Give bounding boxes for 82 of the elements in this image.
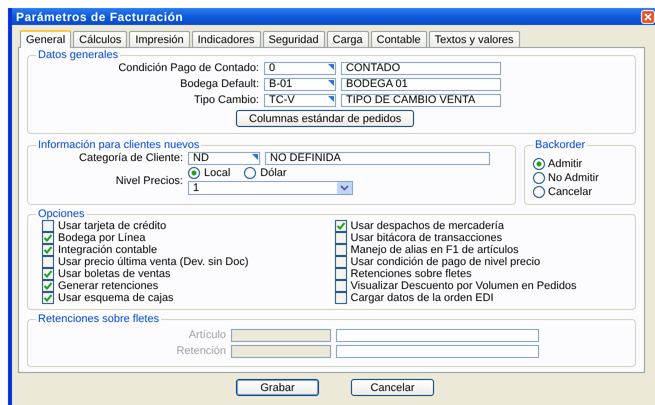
checkbox[interactable] (42, 220, 54, 232)
radio-label: Admitir (548, 158, 582, 170)
checkbox[interactable] (42, 280, 54, 292)
radio-label: Cancelar (548, 186, 592, 198)
close-button[interactable] (641, 10, 655, 24)
checkbox[interactable] (42, 256, 54, 268)
radio-button[interactable] (533, 158, 545, 170)
checkbox[interactable] (42, 292, 54, 304)
radio-label: Local (204, 167, 230, 179)
description-field[interactable] (336, 328, 539, 342)
field-label: Categoría de Cliente: (78, 152, 183, 164)
code-field[interactable]: B-01 (264, 78, 336, 90)
lookup-corner-icon (328, 64, 334, 70)
checkbox-label: Usar boletas de ventas (58, 268, 171, 280)
checkbox-label: Generar retenciones (58, 280, 158, 292)
dialog-button[interactable]: Grabar (236, 379, 319, 396)
checkbox-label: Integración contable (58, 244, 158, 256)
checkbox[interactable] (42, 232, 54, 244)
description-field[interactable] (336, 344, 539, 358)
description-field[interactable]: CONTADO (341, 62, 501, 74)
code-field[interactable]: ND (188, 152, 260, 164)
tab[interactable]: Textos y valores (428, 31, 520, 47)
field-label: Condición Pago de Contado: (117, 62, 259, 74)
code-field[interactable] (231, 344, 331, 358)
group-title: Retenciones sobre fletes (37, 314, 160, 325)
price-level-dropdown[interactable]: 1 (188, 181, 353, 195)
dialog-button[interactable]: Cancelar (351, 379, 434, 396)
lookup-corner-icon (328, 80, 334, 86)
tab[interactable]: General (20, 30, 72, 48)
tab[interactable]: Carga (326, 31, 369, 47)
checkbox-label: Retenciones sobre fletes (350, 268, 472, 280)
field-label: Retención (175, 345, 226, 357)
dropdown-arrow-icon (337, 182, 352, 194)
tab[interactable]: Impresión (129, 31, 190, 47)
standard-columns-button[interactable]: Columnas estándar de pedidos (236, 110, 414, 127)
tab[interactable]: Cálculos (73, 31, 128, 47)
group-title: Información para clientes nuevos (37, 140, 200, 151)
checkbox-label: Usar condición de pago de nivel precio (350, 256, 540, 268)
description-field[interactable]: NO DEFINIDA (265, 152, 490, 164)
checkbox[interactable] (334, 280, 346, 292)
checkbox-label: Usar tarjeta de crédito (58, 220, 166, 232)
checkbox[interactable] (42, 268, 54, 280)
radio-label: Dólar (260, 167, 287, 179)
code-field[interactable]: TC-V (264, 94, 336, 106)
radio-button[interactable] (533, 186, 545, 198)
code-field[interactable] (231, 328, 331, 342)
lookup-corner-icon (252, 154, 258, 160)
tab[interactable]: Indicadores (192, 31, 260, 47)
group-title: Datos generales (37, 50, 119, 61)
checkbox-label: Bodega por Línea (58, 232, 146, 244)
description-field[interactable]: BODEGA 01 (341, 78, 501, 90)
code-field[interactable]: 0 (264, 62, 336, 74)
checkbox-label: Visualizar Descuento por Volumen en Pedidos (350, 280, 577, 292)
checkbox-label: Manejo de alias en F1 de artículos (350, 244, 519, 256)
checkbox[interactable] (334, 268, 346, 280)
radio-button[interactable] (533, 172, 545, 184)
checkbox[interactable] (334, 232, 346, 244)
checkbox-label: Cargar datos de la orden EDI (350, 292, 494, 304)
window-title: Parámetros de Facturación (16, 10, 184, 24)
group-title: Opciones (37, 209, 86, 220)
checkbox[interactable] (42, 244, 54, 256)
lookup-corner-icon (328, 96, 334, 102)
radio-label: No Admitir (548, 172, 599, 184)
checkbox-label: Usar precio última venta (Dev. sin Doc) (58, 256, 249, 268)
checkbox[interactable] (334, 244, 346, 256)
description-field[interactable]: TIPO DE CAMBIO VENTA (341, 94, 501, 106)
radio-button[interactable] (188, 167, 200, 179)
field-label: Artículo (188, 329, 226, 341)
checkbox-label: Usar despachos de mercadería (350, 220, 504, 232)
checkbox[interactable] (334, 256, 346, 268)
tab[interactable]: Contable (370, 31, 427, 47)
checkbox[interactable] (334, 292, 346, 304)
radio-button[interactable] (244, 167, 256, 179)
close-icon (644, 12, 652, 20)
checkbox-label: Usar bitácora de transacciones (350, 232, 502, 244)
field-label: Tipo Cambio: (192, 94, 259, 106)
field-label: Bodega Default: (179, 78, 259, 90)
field-label: Nivel Precios: (114, 175, 183, 187)
group-title: Backorder (534, 140, 586, 151)
tab[interactable]: Seguridad (262, 31, 325, 47)
checkbox-label: Usar esquema de cajas (58, 292, 174, 304)
checkbox[interactable] (334, 220, 346, 232)
